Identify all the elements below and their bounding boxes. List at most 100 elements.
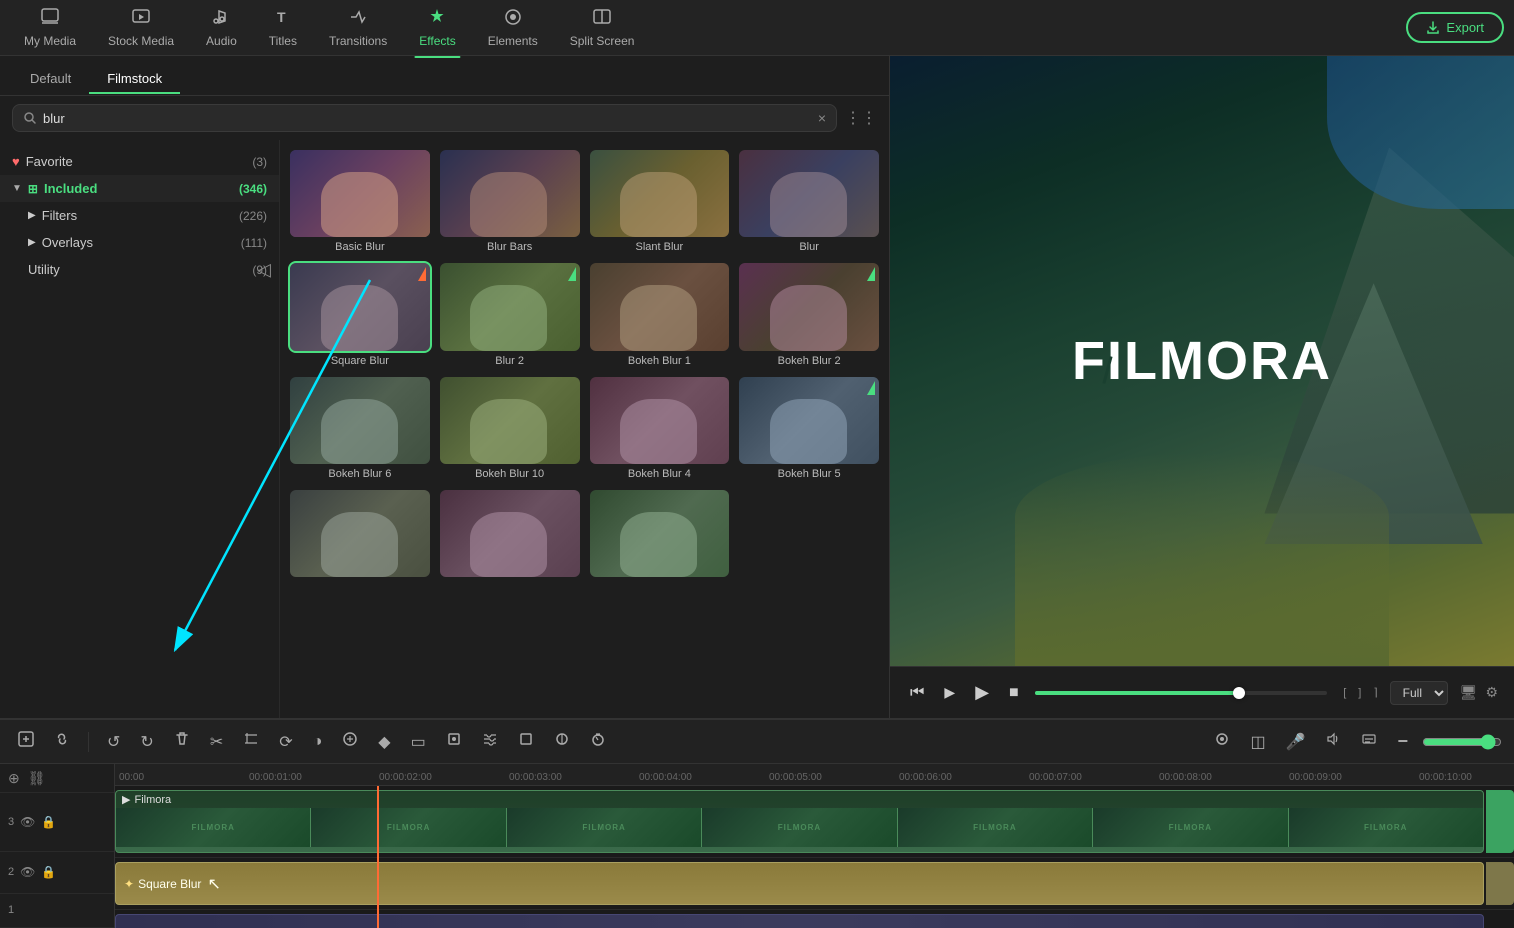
export-button[interactable]: Export: [1406, 12, 1504, 43]
nav-effects[interactable]: Effects: [405, 1, 469, 54]
video-clip[interactable]: ▶ Filmora FILMORA FILMORA FILMORA FILMOR…: [115, 790, 1484, 853]
effect-blur-bars[interactable]: Blur Bars: [440, 150, 580, 253]
tl-overlay-button[interactable]: [548, 727, 576, 756]
effect-thumb-slant-blur: [590, 150, 730, 237]
effect-bokeh-blur-4[interactable]: Bokeh Blur 4: [590, 377, 730, 480]
effect-square-blur[interactable]: Square Blur: [290, 263, 430, 366]
nav-stock-media[interactable]: Stock Media: [94, 1, 188, 54]
effect-clip-name: Square Blur: [138, 877, 201, 891]
tab-default[interactable]: Default: [12, 65, 89, 94]
effect-slant-blur[interactable]: Slant Blur: [590, 150, 730, 253]
effect-bokeh-blur-1[interactable]: Bokeh Blur 1: [590, 263, 730, 366]
effect-more-1[interactable]: [290, 490, 430, 581]
tl-shield-button[interactable]: ◫: [1244, 728, 1271, 756]
sidebar-item-utility[interactable]: Utility (9) ◁: [0, 256, 279, 283]
track2-eye-icon[interactable]: 👁: [20, 865, 35, 879]
nav-elements[interactable]: Elements: [474, 1, 552, 54]
nav-transitions[interactable]: Transitions: [315, 1, 401, 54]
effect-clip[interactable]: ✦ Square Blur ↖: [115, 862, 1484, 905]
timeline-content: ⊕ ⛓ 3 👁 🔒 2 👁 🔒 1: [0, 764, 1514, 928]
effect-blur[interactable]: Blur: [739, 150, 879, 253]
search-box: ×: [12, 104, 837, 132]
nav-split-screen[interactable]: Split Screen: [556, 1, 649, 54]
link-track-button[interactable]: ⛓: [28, 770, 46, 787]
effect-thumb-blur-bars: [440, 150, 580, 237]
tl-mark-button[interactable]: [440, 727, 468, 756]
progress-bar[interactable]: [1035, 691, 1328, 695]
ruler-5: 00:00:05:00: [769, 772, 822, 783]
nav-audio[interactable]: Audio: [192, 1, 251, 54]
play-button-alt[interactable]: ▶: [971, 678, 993, 707]
ruler-4: 00:00:04:00: [639, 772, 692, 783]
tl-crop2-button[interactable]: [512, 727, 540, 756]
tl-cut-button[interactable]: ✂: [204, 728, 229, 756]
audio-clip[interactable]: [115, 914, 1484, 928]
tl-add-track-button[interactable]: [12, 727, 40, 756]
quality-select[interactable]: Full 1/2 1/4: [1390, 681, 1448, 705]
svg-text:T: T: [277, 9, 286, 25]
tl-link-button[interactable]: [48, 727, 76, 756]
effect-bokeh-blur-10[interactable]: Bokeh Blur 10: [440, 377, 580, 480]
stop-button[interactable]: ■: [1005, 680, 1023, 706]
ruler-1: 00:00:01:00: [249, 772, 302, 783]
tl-audio-button[interactable]: [1319, 727, 1347, 756]
tl-mask-button[interactable]: ◑: [307, 729, 329, 755]
tl-redo-button[interactable]: ↻: [134, 728, 159, 756]
sidebar-included-label: Included: [44, 181, 97, 196]
nav-titles[interactable]: T Titles: [255, 1, 311, 54]
effect-blur-2[interactable]: Blur 2: [440, 263, 580, 366]
track2-number: 2: [8, 866, 14, 878]
sidebar-item-filters[interactable]: ▶ Filters (226): [0, 202, 279, 229]
progress-thumb: [1233, 687, 1245, 699]
search-clear-button[interactable]: ×: [818, 110, 826, 126]
tl-undo-button[interactable]: ↺: [101, 728, 126, 756]
effect-thumb-bokeh-blur-1: [590, 263, 730, 350]
tl-keyframe-button[interactable]: ◆: [372, 728, 396, 756]
search-input[interactable]: [43, 111, 812, 126]
ruler-0: 00:00: [119, 772, 144, 783]
play-pause-button[interactable]: ▶: [940, 680, 959, 705]
monitor-icon[interactable]: 🖥: [1460, 684, 1478, 701]
tl-frame-button[interactable]: ▭: [405, 728, 432, 756]
filmora-logo: FILMORA: [1072, 330, 1332, 392]
tl-mic-button[interactable]: 🎤: [1280, 728, 1312, 756]
track3-eye-icon[interactable]: 👁: [20, 815, 35, 829]
prev-frame-button[interactable]: ⏮: [906, 680, 928, 706]
tab-filmstock[interactable]: Filmstock: [89, 65, 180, 94]
tl-zoom-out-button[interactable]: −: [1391, 727, 1414, 756]
effect-more-2[interactable]: [440, 490, 580, 581]
clip-header: ▶ Filmora: [116, 791, 1483, 808]
zoom-slider[interactable]: [1422, 734, 1502, 750]
effect-bokeh-blur-6[interactable]: Bokeh Blur 6: [290, 377, 430, 480]
collapse-icon[interactable]: ◁: [257, 259, 271, 280]
tl-crop-button[interactable]: [237, 727, 265, 756]
sidebar-item-favorite[interactable]: ♥ Favorite (3): [0, 148, 279, 175]
tl-ruler: 00:00 00:00:01:00 00:00:02:00 00:00:03:0…: [115, 764, 1514, 786]
effect-basic-blur[interactable]: Basic Blur: [290, 150, 430, 253]
sidebar-item-overlays[interactable]: ▶ Overlays (111): [0, 229, 279, 256]
tl-speed-button[interactable]: [584, 727, 612, 756]
effect-thumb-bokeh-blur-10: [440, 377, 580, 464]
settings-view-icon[interactable]: ⚙: [1485, 684, 1498, 701]
nav-my-media[interactable]: My Media: [10, 1, 90, 54]
ruler-6: 00:00:06:00: [899, 772, 952, 783]
tl-track-audio: [115, 910, 1514, 928]
add-track-button[interactable]: ⊕: [8, 770, 20, 787]
tl-adjust-button[interactable]: [476, 727, 504, 756]
effect-more-3[interactable]: [590, 490, 730, 581]
tl-rotate-button[interactable]: ⟳: [273, 728, 298, 756]
tl-track-3-control: 3 👁 🔒: [0, 793, 114, 851]
tl-track-effect: ✦ Square Blur ↖: [115, 858, 1514, 910]
tl-snap-button[interactable]: [1208, 727, 1236, 756]
my-media-icon: [40, 7, 60, 30]
tl-subtitles-button[interactable]: [1355, 727, 1383, 756]
sidebar-item-included[interactable]: ▼ ⊞ Included (346): [0, 175, 279, 202]
effect-bokeh-blur-5[interactable]: Bokeh Blur 5: [739, 377, 879, 480]
track3-lock-icon[interactable]: 🔒: [41, 815, 56, 829]
tl-delete-button[interactable]: [168, 727, 196, 756]
track2-lock-icon[interactable]: 🔒: [41, 865, 56, 879]
effect-bokeh-blur-2[interactable]: Bokeh Blur 2: [739, 263, 879, 366]
sidebar-overlays-count: (111): [241, 236, 267, 250]
tl-ai-button[interactable]: [336, 727, 364, 756]
grid-view-icon[interactable]: ⋮⋮: [845, 108, 877, 128]
